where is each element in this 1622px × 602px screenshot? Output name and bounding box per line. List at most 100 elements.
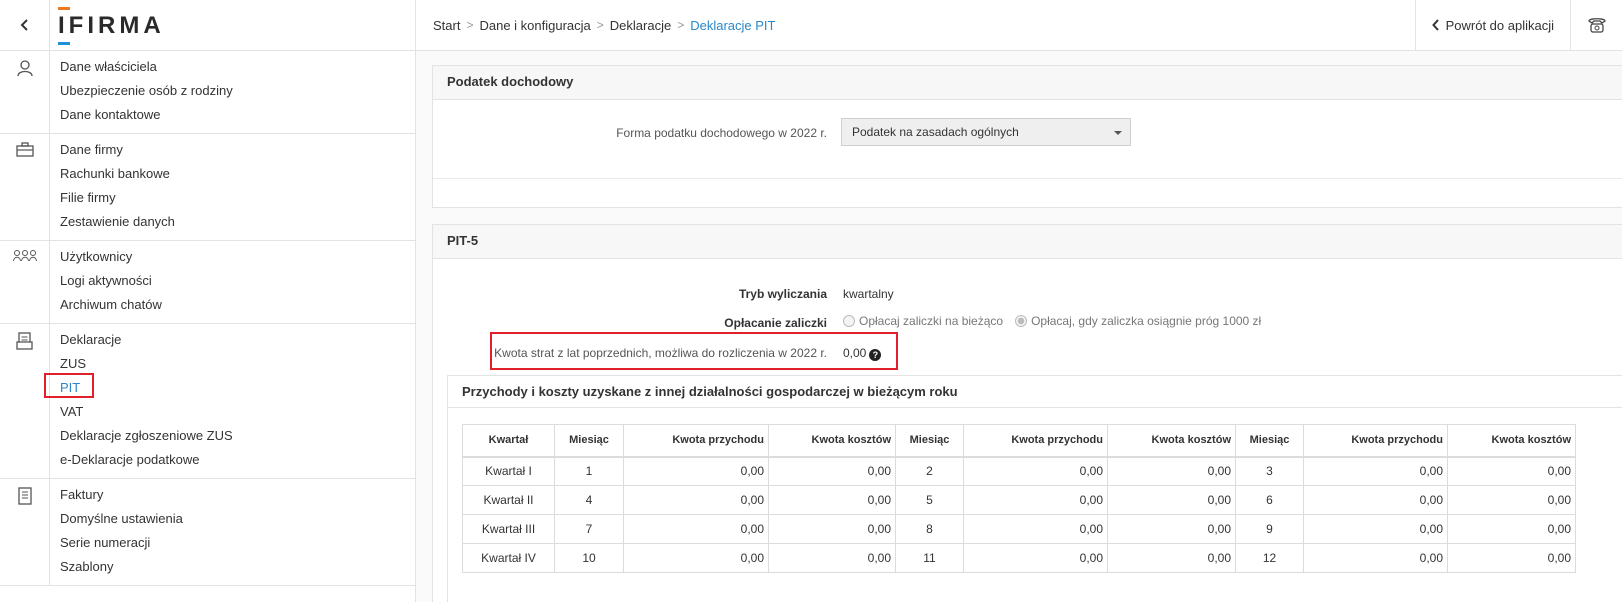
cell-revenue-input[interactable]: 0,00 bbox=[1303, 514, 1448, 544]
sidebar-item-vat[interactable]: VAT bbox=[60, 402, 233, 426]
ifirma-logo[interactable]: I FIRMA bbox=[58, 7, 165, 45]
cell-month: 3 bbox=[1235, 456, 1304, 486]
breadcrumb-config[interactable]: Dane i konfiguracja bbox=[479, 18, 590, 33]
cell-revenue-input[interactable]: 0,00 bbox=[1303, 456, 1448, 486]
cell-costs-input[interactable]: 0,00 bbox=[768, 456, 896, 486]
cell-month: 2 bbox=[895, 456, 964, 486]
pay-current-label: Opłacaj zaliczki na bieżąco bbox=[859, 314, 1004, 328]
cell-costs-input[interactable]: 0,00 bbox=[1107, 543, 1236, 573]
cell-revenue-input[interactable]: 0,00 bbox=[1303, 485, 1448, 515]
advance-payment-options: Opłacaj zaliczki na bieżąco Opłacaj, gdy… bbox=[843, 314, 1261, 328]
pay-current-radio[interactable]: Opłacaj zaliczki na bieżąco bbox=[843, 314, 1003, 328]
breadcrumb: Start > Dane i konfiguracja > Deklaracje… bbox=[416, 18, 1415, 33]
cell-costs-input[interactable]: 0,00 bbox=[1107, 485, 1236, 515]
sidebar-group-invoices: Faktury Domyślne ustawienia Serie numera… bbox=[0, 479, 415, 586]
income-tax-title: Podatek dochodowy bbox=[433, 66, 1622, 100]
sidebar-item-numbering-series[interactable]: Serie numeracji bbox=[60, 533, 183, 557]
sidebar-item-users[interactable]: Użytkownicy bbox=[60, 247, 162, 271]
cell-revenue-input[interactable]: 0,00 bbox=[623, 514, 769, 544]
sidebar-header: I FIRMA bbox=[0, 0, 415, 51]
chevron-left-icon bbox=[1431, 19, 1439, 31]
cell-revenue-input[interactable]: 0,00 bbox=[963, 485, 1108, 515]
invoice-icon bbox=[17, 487, 32, 505]
table-header-row: Kwartał Miesiąc Kwota przychodu Kwota ko… bbox=[462, 424, 1576, 458]
briefcase-icon bbox=[15, 142, 34, 157]
breadcrumb-declarations[interactable]: Deklaracje bbox=[610, 18, 671, 33]
cell-quarter: Kwartał II bbox=[462, 485, 555, 515]
cell-costs-input[interactable]: 0,00 bbox=[768, 514, 896, 544]
pit5-panel: PIT-5 Tryb wyliczania kwartalny Opłacani… bbox=[432, 224, 1622, 602]
col-header-month: Miesiąc bbox=[1235, 424, 1304, 458]
collapse-sidebar-button[interactable] bbox=[0, 0, 50, 51]
sidebar-item-declarations[interactable]: Deklaracje bbox=[60, 330, 233, 354]
cell-costs-input[interactable]: 0,00 bbox=[1447, 514, 1576, 544]
sidebar-item-pit[interactable]: PIT bbox=[44, 373, 233, 402]
sidebar-item-default-settings[interactable]: Domyślne ustawienia bbox=[60, 509, 183, 533]
sidebar-item-bank-accounts[interactable]: Rachunki bankowe bbox=[60, 164, 175, 188]
cell-costs-input[interactable]: 0,00 bbox=[1107, 514, 1236, 544]
cell-costs-input[interactable]: 0,00 bbox=[1447, 456, 1576, 486]
cell-month: 10 bbox=[554, 543, 624, 573]
cell-revenue-input[interactable]: 0,00 bbox=[1303, 543, 1448, 573]
breadcrumb-start[interactable]: Start bbox=[433, 18, 460, 33]
sidebar-item-data-summary[interactable]: Zestawienie danych bbox=[60, 212, 175, 236]
phone-button[interactable] bbox=[1570, 0, 1622, 51]
sidebar-group-declarations: Deklaracje ZUS PIT VAT Deklaracje zgłosz… bbox=[0, 324, 415, 479]
other-activity-panel: Przychody i koszty uzyskane z innej dzia… bbox=[447, 375, 1622, 602]
cell-revenue-input[interactable]: 0,00 bbox=[623, 485, 769, 515]
cell-costs-input[interactable]: 0,00 bbox=[1107, 456, 1236, 486]
col-header-costs: Kwota kosztów bbox=[1107, 424, 1236, 458]
cell-revenue-input[interactable]: 0,00 bbox=[623, 456, 769, 486]
tax-form-label: Forma podatku dochodowego w 2022 r. bbox=[616, 126, 827, 140]
sidebar-item-family-insurance[interactable]: Ubezpieczenie osób z rodziny bbox=[60, 81, 233, 105]
cell-revenue-input[interactable]: 0,00 bbox=[963, 514, 1108, 544]
user-icon bbox=[16, 60, 33, 77]
col-header-revenue: Kwota przychodu bbox=[623, 424, 769, 458]
cell-costs-input[interactable]: 0,00 bbox=[768, 543, 896, 573]
cell-revenue-input[interactable]: 0,00 bbox=[963, 456, 1108, 486]
table-row: Kwartał IV 10 0,00 0,00 11 0,00 0,00 12 0,00 0,00 bbox=[462, 543, 1576, 573]
cell-costs-input[interactable]: 0,00 bbox=[768, 485, 896, 515]
question-circle-icon[interactable]: ? bbox=[869, 349, 882, 361]
table-row: Kwartał I 1 0,00 0,00 2 0,00 0,00 3 0,00 0,00 bbox=[462, 456, 1576, 486]
sidebar-item-contact-data[interactable]: Dane kontaktowe bbox=[60, 105, 233, 129]
sidebar-item-zus-registration[interactable]: Deklaracje zgłoszeniowe ZUS bbox=[60, 426, 233, 450]
sidebar: I FIRMA Dane właściciela Ubezpieczenie os… bbox=[0, 0, 416, 602]
col-header-month: Miesiąc bbox=[895, 424, 964, 458]
cell-revenue-input[interactable]: 0,00 bbox=[963, 543, 1108, 573]
col-header-revenue: Kwota przychodu bbox=[1303, 424, 1448, 458]
breadcrumb-separator-icon: > bbox=[466, 18, 474, 32]
tax-form-select[interactable]: Podatek na zasadach ogólnych bbox=[841, 118, 1131, 146]
sidebar-group-company: Dane firmy Rachunki bankowe Filie firmy … bbox=[0, 134, 415, 241]
sidebar-item-owner-data[interactable]: Dane właściciela bbox=[60, 57, 233, 81]
other-activity-title: Przychody i koszty uzyskane z innej dzia… bbox=[448, 376, 1622, 408]
breadcrumb-separator-icon: > bbox=[596, 18, 604, 32]
table-row: Kwartał III 7 0,00 0,00 8 0,00 0,00 9 0,00 0,00 bbox=[462, 514, 1576, 544]
calculation-mode-value: kwartalny bbox=[843, 287, 894, 301]
sidebar-item-templates[interactable]: Szablony bbox=[60, 557, 183, 581]
radio-icon bbox=[843, 315, 855, 327]
cell-costs-input[interactable]: 0,00 bbox=[1447, 485, 1576, 515]
sidebar-item-chat-archive[interactable]: Archiwum chatów bbox=[60, 295, 162, 319]
cell-month: 11 bbox=[895, 543, 964, 573]
cell-month: 8 bbox=[895, 514, 964, 544]
cell-revenue-input[interactable]: 0,00 bbox=[623, 543, 769, 573]
sidebar-item-invoices[interactable]: Faktury bbox=[60, 485, 183, 509]
income-tax-panel: Podatek dochodowy Forma podatku dochodow… bbox=[432, 65, 1622, 208]
sidebar-item-activity-logs[interactable]: Logi aktywności bbox=[60, 271, 162, 295]
chevron-left-icon bbox=[20, 19, 28, 31]
users-icon bbox=[12, 250, 37, 262]
pit5-title: PIT-5 bbox=[433, 225, 1622, 259]
back-to-app-button[interactable]: Powrót do aplikacji bbox=[1414, 0, 1570, 51]
caret-down-icon bbox=[1114, 131, 1122, 135]
cell-costs-input[interactable]: 0,00 bbox=[1447, 543, 1576, 573]
sidebar-item-company-data[interactable]: Dane firmy bbox=[60, 140, 175, 164]
back-to-app-label: Powrót do aplikacji bbox=[1445, 17, 1554, 33]
col-header-month: Miesiąc bbox=[554, 424, 624, 458]
sidebar-item-branches[interactable]: Filie firmy bbox=[60, 188, 175, 212]
pay-threshold-radio[interactable]: Opłacaj, gdy zaliczka osiągnie próg 1000… bbox=[1015, 314, 1261, 328]
col-header-costs: Kwota kosztów bbox=[1447, 424, 1576, 458]
cell-quarter: Kwartał IV bbox=[462, 543, 555, 573]
breadcrumb-separator-icon: > bbox=[677, 18, 685, 32]
sidebar-item-e-declarations[interactable]: e-Deklaracje podatkowe bbox=[60, 450, 233, 474]
